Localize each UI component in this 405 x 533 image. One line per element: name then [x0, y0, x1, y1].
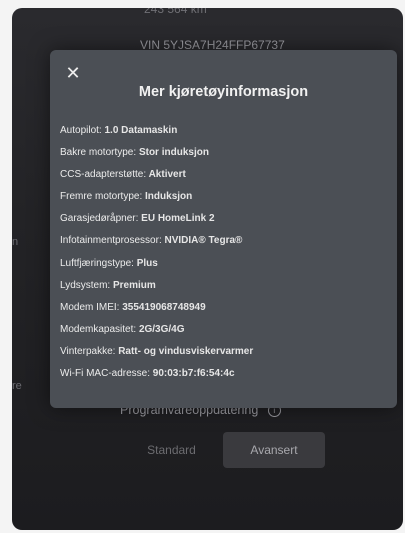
edge-text: re [12, 380, 22, 392]
screen: 243 564 km VIN 5YJSA7H24FFP67737 n re Pr… [12, 8, 403, 530]
update-mode-selector: Standard Avansert [120, 432, 325, 468]
odometer-readout: 243 564 km [144, 8, 207, 16]
info-row: Luftfjæringstype: Plus [60, 257, 158, 269]
info-row: Fremre motortype: Induksjon [60, 191, 193, 203]
vehicle-info-modal: ✕ Mer kjøretøyinformasjon Autopilot: 1.0… [50, 50, 397, 408]
info-row: CCS-adapterstøtte: Aktivert [60, 169, 186, 181]
info-row: Modemkapasitet: 2G/3G/4G [60, 323, 185, 335]
info-row: Bakre motortype: Stor induksjon [60, 147, 209, 159]
standard-button[interactable]: Standard [120, 432, 223, 468]
edge-text: n [12, 236, 19, 248]
info-row: Modem IMEI: 355419068748949 [60, 301, 206, 313]
info-row: Vinterpakke: Ratt- og vindusviskervarmer [60, 345, 254, 357]
info-row: Infotainmentprosessor: NVIDIA® Tegra® [60, 235, 243, 247]
modal-title: Mer kjøretøyinformasjon [138, 84, 309, 100]
info-row: Autopilot: 1.0 Datamaskin [60, 125, 178, 136]
info-list: Autopilot: 1.0 Datamaskin Bakre motortyp… [60, 120, 390, 385]
info-row: Wi-Fi MAC-adresse: 90:03:b7:f6:54:4c [60, 368, 235, 380]
info-row: Lydsystem: Premium [60, 279, 156, 291]
info-row: Garasjedøråpner: EU HomeLink 2 [60, 213, 215, 225]
close-icon[interactable]: ✕ [64, 64, 82, 82]
advanced-button[interactable]: Avansert [223, 432, 325, 468]
